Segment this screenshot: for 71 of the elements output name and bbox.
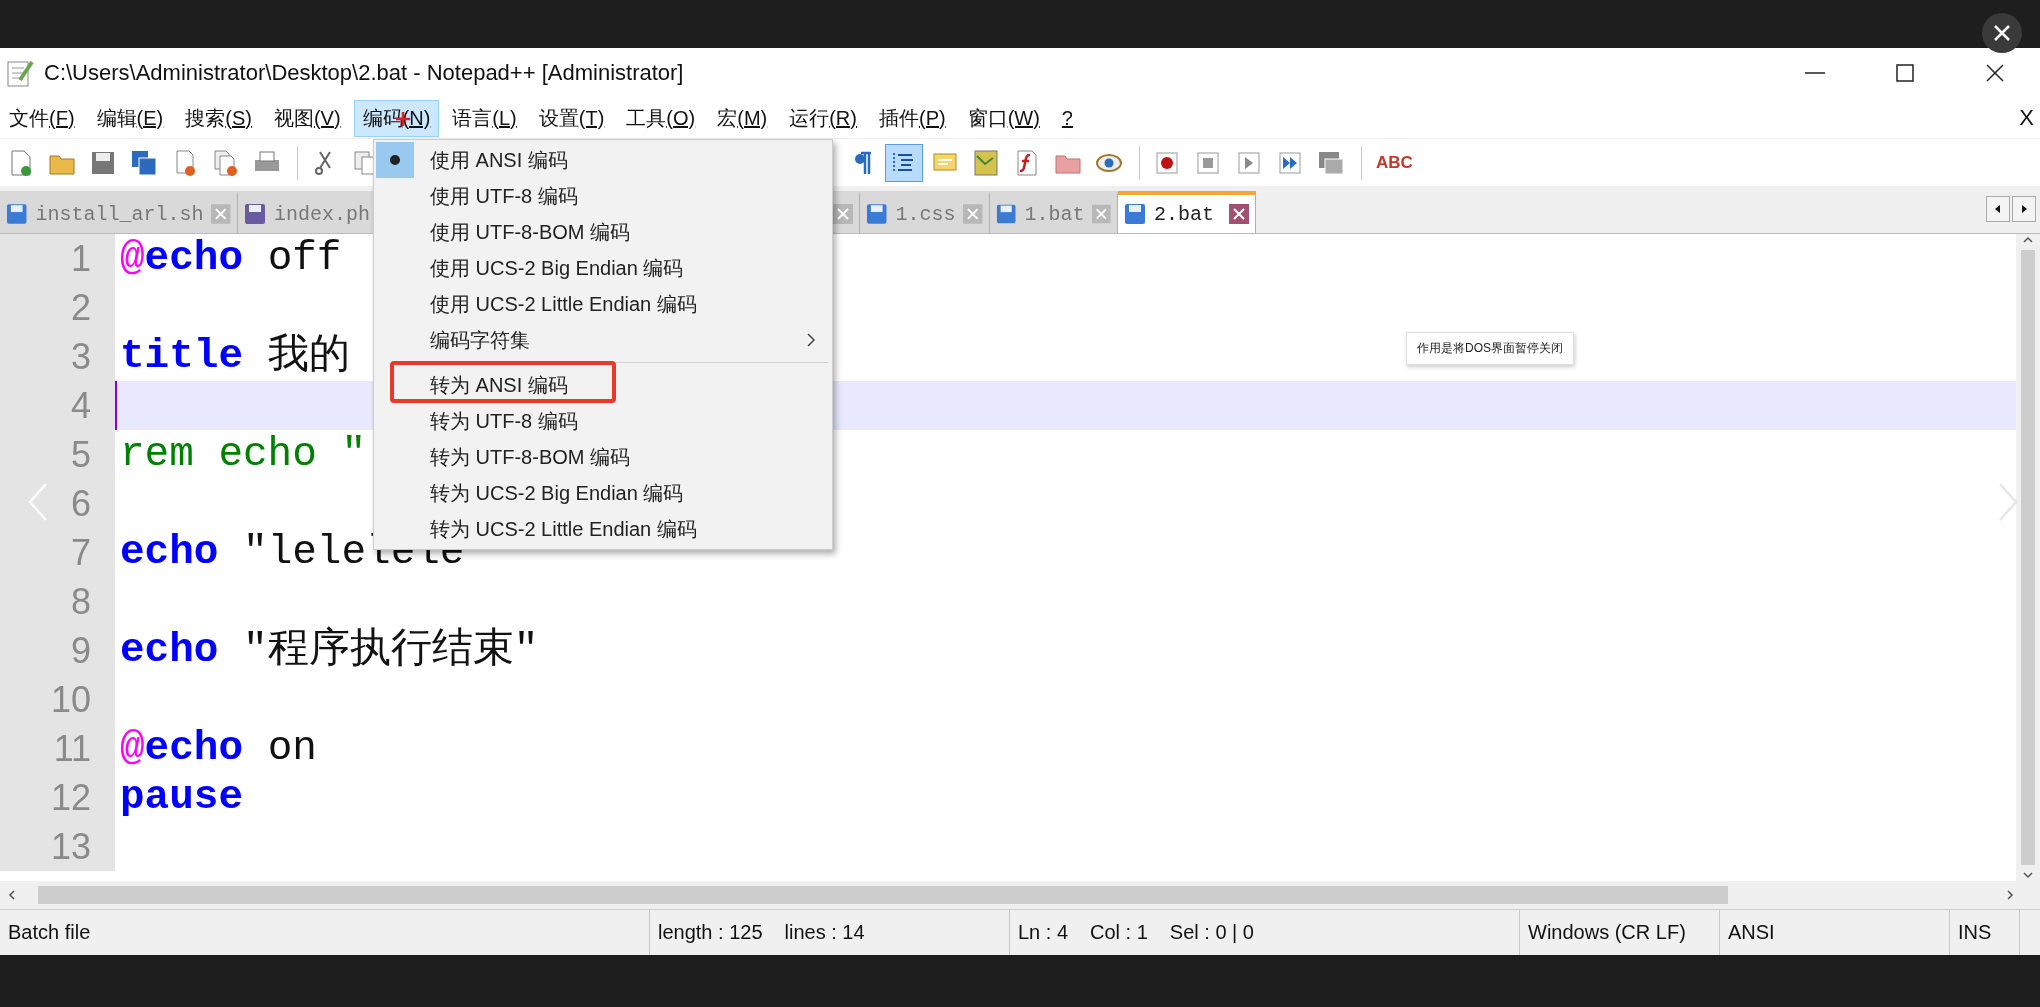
line-number: 2 xyxy=(0,283,115,332)
menu-item[interactable]: 插件(P) xyxy=(869,99,955,137)
line-number: 6 xyxy=(0,479,115,528)
line-number: 9 xyxy=(0,626,115,675)
maximize-icon xyxy=(1895,63,1915,83)
bullet-icon xyxy=(389,154,401,166)
close-icon[interactable] xyxy=(833,204,853,224)
window-title: C:\Users\Administrator\Desktop\2.bat - Notepad++ [Administrator] xyxy=(44,60,684,86)
vertical-scrollbar[interactable] xyxy=(2016,234,2040,881)
toolbar-button[interactable] xyxy=(885,143,923,182)
menu-item[interactable]: 窗口(W) xyxy=(958,99,1049,137)
scroll-right-button[interactable] xyxy=(2012,196,2036,222)
code-line: @echo on xyxy=(119,724,317,773)
close-icon xyxy=(1993,24,2011,42)
file-tab[interactable]: 2.bat xyxy=(1118,191,1256,233)
code-line: title 我的 xyxy=(119,332,350,381)
menu-item[interactable]: 转为 UTF-8-BOM 编码 xyxy=(376,439,830,475)
menu-item[interactable]: 文件(F) xyxy=(0,99,84,137)
scroll-left-button[interactable] xyxy=(1986,196,2010,222)
map-icon xyxy=(971,147,1001,178)
right-arrow-icon xyxy=(2019,204,2029,214)
line-number: 11 xyxy=(0,724,115,773)
menu-item[interactable]: 使用 UCS-2 Little Endian 编码 xyxy=(376,286,830,322)
line-number: 7 xyxy=(0,528,115,577)
line-number: 8 xyxy=(0,577,115,626)
code-line: @echo off xyxy=(119,234,342,283)
menu-item[interactable]: 搜索(S) xyxy=(176,99,261,137)
tooltip: 作用是将DOS界面暂停关闭 xyxy=(1406,332,1574,365)
status-text: Sel : 0 | 0 xyxy=(1169,921,1254,944)
menu-item[interactable]: ? xyxy=(1052,101,1082,135)
menu-item[interactable]: 转为 ANSI 编码 xyxy=(376,367,830,403)
menu-item[interactable]: 编辑(E) xyxy=(87,99,173,137)
menu-item[interactable]: 工具(O) xyxy=(617,99,705,137)
close-icon[interactable] xyxy=(1229,204,1249,224)
code-line: rem echo " xyxy=(119,430,367,479)
line-number: 3 xyxy=(0,332,115,381)
line-number: 1 xyxy=(0,234,115,283)
status-text: length : 125 xyxy=(658,921,763,944)
status-text: lines : 14 xyxy=(784,921,865,944)
spellcheck-button[interactable]: ABC xyxy=(1374,153,1415,172)
menu-item[interactable]: 语言(L) xyxy=(443,99,526,137)
menu-item[interactable]: 宏(M) xyxy=(708,99,777,137)
line-number: 10 xyxy=(0,675,115,724)
menu-item[interactable]: 视图(V) xyxy=(264,99,350,137)
status-text: INS xyxy=(1958,921,1992,944)
line-number: 13 xyxy=(0,822,115,871)
minimize-icon xyxy=(1805,72,1825,74)
menu-item[interactable]: 使用 ANSI 编码 xyxy=(376,142,830,178)
horizontal-scrollbar[interactable] xyxy=(0,881,2040,909)
menu-item[interactable]: 使用 UTF-8 编码 xyxy=(376,178,830,214)
menu-item[interactable]: 编码字符集 xyxy=(376,322,830,358)
menu-item[interactable]: 设置(T) xyxy=(529,99,614,137)
status-text: ANSI xyxy=(1728,921,1775,944)
status-text: Col : 1 xyxy=(1090,921,1148,944)
status-text: Batch file xyxy=(8,921,91,944)
status-text: Windows (CR LF) xyxy=(1528,921,1686,944)
close-document-button[interactable]: X xyxy=(2019,105,2034,131)
notepad-icon xyxy=(6,58,34,88)
menu-item[interactable]: 运行(R) xyxy=(780,99,866,137)
line-number: 12 xyxy=(0,773,115,822)
code-line: pause xyxy=(119,773,244,822)
menu-item[interactable]: 转为 UCS-2 Big Endian 编码 xyxy=(376,475,830,511)
menu-item[interactable]: 使用 UCS-2 Big Endian 编码 xyxy=(376,250,830,286)
left-arrow-icon xyxy=(1993,204,2003,214)
line-number: 5 xyxy=(0,430,115,479)
close-icon xyxy=(1985,63,2005,83)
menu-item[interactable]: 使用 UTF-8-BOM 编码 xyxy=(376,214,830,250)
code-line: echo "程序执行结束" xyxy=(119,626,539,675)
line-number: 4 xyxy=(0,381,115,430)
status-text: Ln : 4 xyxy=(1018,921,1069,944)
menu-item[interactable]: 转为 UTF-8 编码 xyxy=(376,403,830,439)
